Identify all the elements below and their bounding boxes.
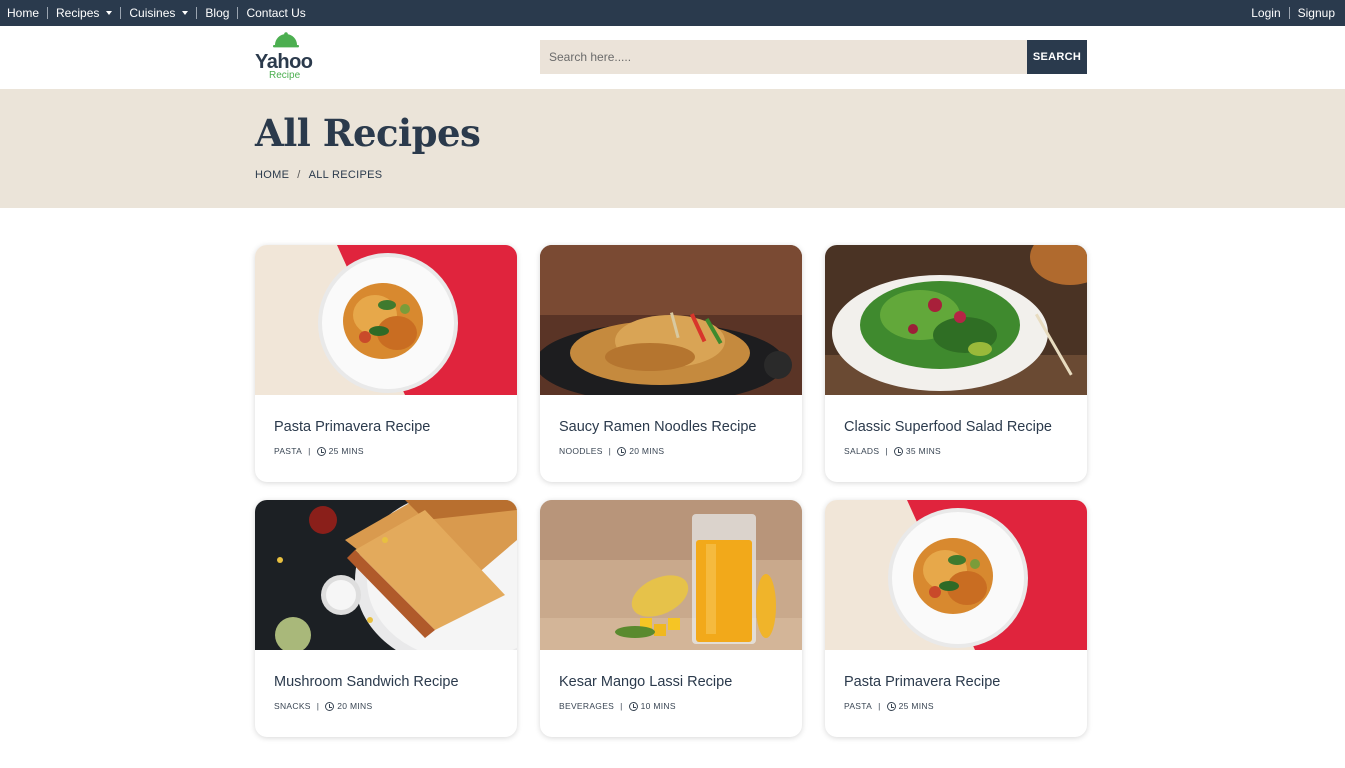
recipe-time: 10 MINS <box>640 701 676 711</box>
nav-blog[interactable]: Blog <box>205 6 229 20</box>
nav-home[interactable]: Home <box>7 6 39 20</box>
recipe-title[interactable]: Saucy Ramen Noodles Recipe <box>559 419 756 435</box>
recipe-image-noodles <box>540 245 802 395</box>
cloche-icon <box>273 32 299 48</box>
nav-contact[interactable]: Contact Us <box>246 6 305 20</box>
nav-divider <box>237 7 239 19</box>
recipe-time: 35 MINS <box>905 446 942 456</box>
nav-recipes-label: Recipes <box>56 6 100 20</box>
recipe-category[interactable]: PASTA <box>274 446 302 456</box>
clock-icon <box>316 446 326 456</box>
recipe-category[interactable]: BEVERAGES <box>559 701 614 711</box>
meta-divider: | <box>885 446 888 456</box>
signup-link[interactable]: Signup <box>1298 6 1335 20</box>
meta-divider: | <box>308 446 311 456</box>
page-title: All Recipes <box>255 111 481 155</box>
recipe-image-salad <box>825 245 1087 395</box>
recipe-title[interactable]: Pasta Primavera Recipe <box>274 419 430 435</box>
recipe-category[interactable]: SALADS <box>844 446 879 456</box>
search-input[interactable] <box>540 40 1027 74</box>
recipe-card[interactable]: Kesar Mango Lassi Recipe BEVERAGES | 10 … <box>540 500 802 737</box>
clock-icon <box>628 701 638 711</box>
breadcrumb: HOME / ALL RECIPES <box>255 169 382 181</box>
logo-subtitle: Recipe <box>269 70 301 81</box>
recipe-card[interactable]: Classic Superfood Salad Recipe SALADS | … <box>825 245 1087 482</box>
meta-divider: | <box>620 701 623 711</box>
recipe-meta: PASTA | 25 MINS <box>844 701 934 711</box>
nav-blog-label: Blog <box>205 6 230 20</box>
recipe-time: 25 MINS <box>898 701 934 711</box>
recipe-meta: NOODLES | 20 MINS <box>559 446 664 456</box>
recipe-category[interactable]: PASTA <box>844 701 872 711</box>
recipe-card[interactable]: Saucy Ramen Noodles Recipe NOODLES | 20 … <box>540 245 802 482</box>
clock-icon <box>893 446 903 456</box>
nav-home-label: Home <box>7 6 40 20</box>
recipe-image-pasta <box>255 245 517 395</box>
recipe-title[interactable]: Classic Superfood Salad Recipe <box>844 419 1052 435</box>
caret-down-icon <box>182 11 189 15</box>
meta-divider: | <box>316 701 320 711</box>
recipe-image-sandwich <box>255 500 517 650</box>
clock-icon <box>617 446 627 456</box>
top-nav: Home Recipes Cuisines Blog Contact Us <box>7 0 306 26</box>
meta-divider: | <box>878 701 881 711</box>
site-logo[interactable]: Yahoo Recipe <box>255 32 317 84</box>
search-bar: SEARCH <box>540 40 1087 74</box>
recipe-card[interactable]: Pasta Primavera Recipe PASTA | 25 MINS <box>255 245 517 482</box>
breadcrumb-separator: / <box>297 169 301 181</box>
nav-recipes[interactable]: Recipes <box>56 6 113 20</box>
nav-cuisines-label: Cuisines <box>129 6 176 20</box>
nav-cuisines[interactable]: Cuisines <box>129 6 189 20</box>
nav-divider <box>120 7 122 19</box>
recipe-category[interactable]: SNACKS <box>274 701 311 711</box>
recipe-image-lassi <box>540 500 802 650</box>
recipe-category[interactable]: NOODLES <box>559 446 603 456</box>
breadcrumb-home[interactable]: HOME <box>255 169 289 181</box>
recipe-card[interactable]: Pasta Primavera Recipe PASTA | 25 MINS <box>825 500 1087 737</box>
recipe-meta: SALADS | 35 MINS <box>844 446 941 456</box>
top-bar: Home Recipes Cuisines Blog Contact Us Lo… <box>0 0 1345 26</box>
recipe-title[interactable]: Mushroom Sandwich Recipe <box>274 674 459 690</box>
recipe-title[interactable]: Pasta Primavera Recipe <box>844 674 1000 690</box>
recipe-time: 20 MINS <box>337 701 373 711</box>
meta-divider: | <box>608 446 612 456</box>
breadcrumb-current: ALL RECIPES <box>308 169 383 181</box>
clock-icon <box>886 701 896 711</box>
nav-contact-label: Contact Us <box>246 6 306 20</box>
site-header: Yahoo Recipe SEARCH <box>0 26 1345 89</box>
recipe-meta: BEVERAGES | 10 MINS <box>559 701 676 711</box>
auth-divider <box>1288 7 1290 19</box>
nav-divider <box>47 7 49 19</box>
recipe-image-pasta <box>825 500 1087 650</box>
nav-divider <box>196 7 198 19</box>
recipe-meta: PASTA | 25 MINS <box>274 446 364 456</box>
login-link[interactable]: Login <box>1251 6 1280 20</box>
recipe-title[interactable]: Kesar Mango Lassi Recipe <box>559 674 732 690</box>
recipe-card[interactable]: Mushroom Sandwich Recipe SNACKS | 20 MIN… <box>255 500 517 737</box>
caret-down-icon <box>106 11 113 15</box>
clock-icon <box>325 701 335 711</box>
page-hero: All Recipes HOME / ALL RECIPES <box>0 89 1345 208</box>
recipe-meta: SNACKS | 20 MINS <box>274 701 372 711</box>
recipe-time: 20 MINS <box>629 446 665 456</box>
search-button[interactable]: SEARCH <box>1027 40 1087 74</box>
auth-nav: Login Signup <box>1251 0 1335 26</box>
recipe-time: 25 MINS <box>328 446 364 456</box>
